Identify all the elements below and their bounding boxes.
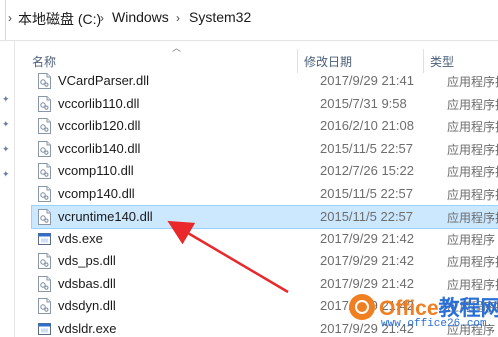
file-name: vdsbas.dll [58, 275, 116, 291]
file-modified-date: 2015/11/5 22:57 [320, 140, 414, 156]
file-modified-date: 2015/11/5 22:57 [320, 185, 414, 201]
file-row[interactable]: vds.exe 2017/9/29 21:42 应用程序 [32, 228, 498, 250]
file-row[interactable]: vccorlib110.dll 2015/7/31 9:58 应用程序扩展 [32, 93, 498, 115]
dll-icon [38, 185, 51, 202]
pin-icon: ✦ [2, 94, 10, 104]
file-type: 应用程序扩展 [447, 97, 498, 112]
dll-icon [38, 298, 51, 314]
file-row[interactable]: vds_ps.dll 2017/9/29 21:42 应用程序扩展 [32, 250, 498, 272]
file-name: vccorlib140.dll [58, 140, 141, 156]
exe-icon [38, 232, 51, 245]
file-name: vdsdyn.dll [58, 298, 116, 313]
breadcrumb-separator-icon[interactable]: › [100, 11, 104, 25]
breadcrumb-item-system32[interactable]: System32 [189, 9, 251, 25]
pin-icon: ✦ [2, 169, 10, 179]
pin-icon: ✦ [2, 144, 10, 154]
file-type: 应用程序扩展 [447, 165, 498, 179]
file-modified-date: 2017/9/29 21:41 [320, 73, 414, 88]
file-modified-date: 2015/11/5 22:57 [320, 209, 414, 224]
breadcrumb-separator-icon[interactable]: › [176, 11, 180, 25]
file-row[interactable]: vcruntime140.dll 2015/11/5 22:57 应用程序扩展 [31, 205, 498, 229]
file-name: VCardParser.dll [58, 73, 150, 88]
sort-ascending-icon: ︿ [172, 43, 182, 53]
file-name: vcomp140.dll [58, 185, 135, 201]
dll-icon [38, 209, 51, 225]
file-name: vdsldr.exe [58, 320, 117, 336]
address-bar-edge [0, 0, 6, 40]
file-type: 应用程序扩展 [447, 142, 498, 157]
file-type: 应用程序扩展 [447, 277, 498, 292]
file-name: vds.exe [58, 230, 103, 246]
file-modified-date: 2012/7/26 15:22 [320, 163, 414, 178]
dll-icon [38, 253, 51, 269]
file-row[interactable]: vccorlib120.dll 2016/2/10 21:08 应用程序扩展 [32, 115, 498, 137]
file-name: vcruntime140.dll [58, 209, 153, 224]
breadcrumb-separator-icon[interactable]: › [8, 11, 12, 25]
exe-icon [38, 322, 51, 335]
file-modified-date: 2017/9/29 21:42 [320, 253, 414, 268]
watermark-url: www.office26.com [381, 318, 487, 330]
watermark-logo: Office教程网 www.office26.com [345, 291, 498, 337]
dll-icon [38, 95, 51, 112]
file-type: 应用程序扩展 [447, 255, 498, 269]
file-name: vcomp110.dll [58, 163, 134, 178]
file-name: vccorlib120.dll [58, 118, 141, 133]
file-row[interactable]: vcomp140.dll 2015/11/5 22:57 应用程序扩展 [32, 183, 498, 205]
watermark-brand-a: Office [379, 297, 439, 320]
file-name: vds_ps.dll [58, 253, 116, 268]
dll-icon [38, 73, 51, 89]
file-row[interactable]: vcomp110.dll 2012/7/26 15:22 应用程序扩展 [32, 160, 498, 182]
breadcrumb-item-drive[interactable]: 本地磁盘 (C:) [18, 9, 101, 29]
column-header-date[interactable]: 修改日期 [304, 53, 352, 70]
dll-icon [38, 140, 51, 157]
pin-icon: ✦ [2, 119, 10, 129]
dll-icon [38, 118, 51, 134]
file-modified-date: 2017/9/29 21:42 [320, 230, 414, 246]
column-header-type[interactable]: 类型 [430, 53, 454, 70]
file-row[interactable]: VCardParser.dll 2017/9/29 21:41 应用程序扩展 [32, 70, 498, 92]
file-modified-date: 2016/2/10 21:08 [320, 118, 414, 133]
column-header-name[interactable]: 名称 [32, 53, 56, 70]
file-row[interactable]: vccorlib140.dll 2015/11/5 22:57 应用程序扩展 [32, 138, 498, 160]
file-type: 应用程序扩展 [447, 120, 498, 134]
file-type: 应用程序 [447, 232, 496, 247]
office-logo-icon [349, 294, 375, 320]
file-type: 应用程序扩展 [447, 211, 498, 225]
file-name: vccorlib110.dll [58, 95, 140, 111]
file-type: 应用程序扩展 [447, 187, 498, 202]
dll-icon [38, 275, 51, 292]
file-modified-date: 2017/9/29 21:42 [320, 275, 414, 291]
address-bar[interactable]: › 本地磁盘 (C:) › Windows › System32 [0, 0, 498, 41]
watermark-brand-b: 教程网 [438, 297, 498, 320]
file-modified-date: 2015/7/31 9:58 [320, 95, 407, 111]
file-type: 应用程序扩展 [447, 75, 498, 89]
navigation-pane[interactable]: ✦ ✦ ✦ ✦ [0, 41, 15, 337]
breadcrumb-item-windows[interactable]: Windows [112, 9, 169, 25]
dll-icon [38, 163, 51, 179]
